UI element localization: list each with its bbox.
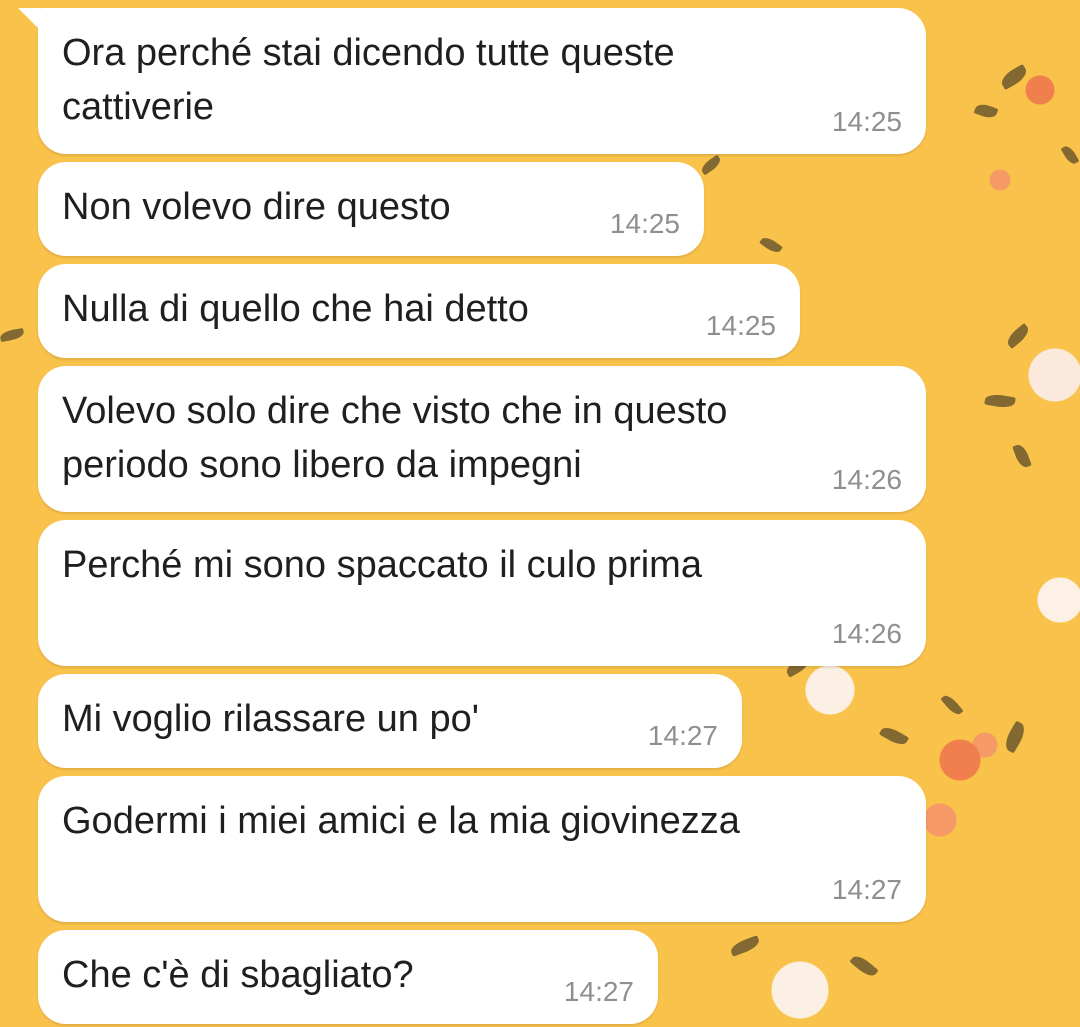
message-bubble[interactable]: Mi voglio rilassare un po' 14:27	[38, 674, 742, 768]
message-bubble[interactable]: Non volevo dire questo 14:25	[38, 162, 704, 256]
message-timestamp: 14:26	[831, 618, 902, 649]
message-bubble[interactable]: Ora perché stai dicendo tutte queste cat…	[18, 8, 926, 154]
message-bubble[interactable]: Volevo solo dire che visto che in questo…	[38, 366, 926, 512]
message-text: Ora perché stai dicendo tutte queste cat…	[62, 32, 675, 128]
message-timestamp: 14:27	[647, 720, 718, 751]
message-timestamp: 14:25	[831, 106, 902, 137]
message-text: Non volevo dire questo	[62, 186, 451, 228]
message-timestamp: 14:26	[831, 464, 902, 495]
message-text: Mi voglio rilassare un po'	[62, 698, 479, 740]
message-bubble[interactable]: Che c'è di sbagliato? 14:27	[38, 930, 658, 1024]
message-bubble[interactable]: Perché mi sono spaccato il culo prima 14…	[38, 520, 926, 666]
message-list[interactable]: Ora perché stai dicendo tutte queste cat…	[0, 0, 1080, 1027]
message-bubble[interactable]: Godermi i miei amici e la mia giovinezza…	[38, 776, 926, 922]
message-timestamp: 14:27	[563, 976, 634, 1007]
message-text: Nulla di quello che hai detto	[62, 288, 529, 330]
message-text: Che c'è di sbagliato?	[62, 954, 414, 996]
message-timestamp: 14:25	[705, 310, 776, 341]
message-text: Volevo solo dire che visto che in questo…	[62, 390, 728, 486]
message-bubble[interactable]: Nulla di quello che hai detto 14:25	[38, 264, 800, 358]
message-timestamp: 14:27	[831, 874, 902, 905]
message-text: Perché mi sono spaccato il culo prima	[62, 544, 702, 586]
message-text: Godermi i miei amici e la mia giovinezza	[62, 800, 740, 842]
message-timestamp: 14:25	[609, 208, 680, 239]
